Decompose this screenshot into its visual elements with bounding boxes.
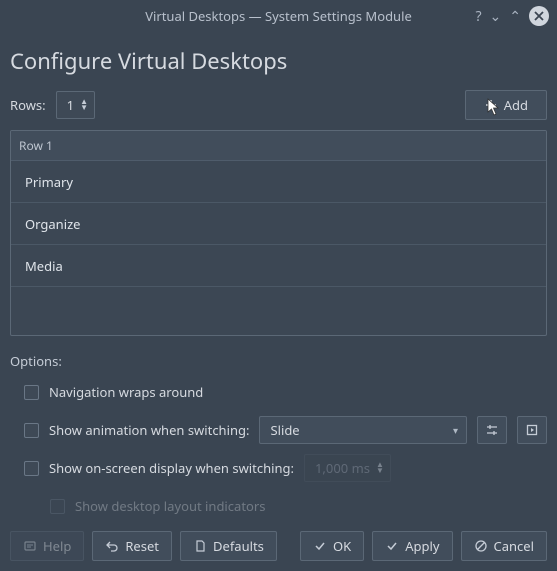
minimize-icon[interactable]: ⌄ xyxy=(490,7,502,26)
ok-button[interactable]: OK xyxy=(300,531,364,561)
desktop-name: Primary xyxy=(25,173,73,191)
show-layout-indicators-label: Show desktop layout indicators xyxy=(75,497,265,515)
preview-icon xyxy=(525,423,539,437)
help-button[interactable]: Help xyxy=(10,531,84,561)
osd-duration-value: 1,000 ms xyxy=(315,459,370,477)
apply-button[interactable]: Apply xyxy=(372,531,452,561)
spinbox-arrows-icon[interactable]: ▲▼ xyxy=(80,99,88,111)
rows-spinbox[interactable]: 1 ▲▼ xyxy=(56,91,95,119)
defaults-button[interactable]: Defaults xyxy=(180,531,277,561)
help-icon[interactable]: ? xyxy=(475,7,481,26)
page-title: Configure Virtual Desktops xyxy=(10,46,547,76)
list-item[interactable]: Organize xyxy=(11,203,546,245)
titlebar: Virtual Desktops — System Settings Modul… xyxy=(0,0,557,32)
desktops-list: Row 1 Primary Organize Media xyxy=(10,130,547,336)
nav-wraps-checkbox[interactable] xyxy=(24,385,39,400)
check-icon xyxy=(313,539,327,553)
spinbox-arrows-icon: ▲▼ xyxy=(376,462,384,474)
nav-wraps-label: Navigation wraps around xyxy=(49,383,203,401)
window-title: Virtual Desktops — System Settings Modul… xyxy=(145,7,412,25)
plus-icon xyxy=(484,98,498,112)
button-bar: Help Reset Defaults OK Apply Cancel xyxy=(10,531,547,561)
show-animation-label: Show animation when switching: xyxy=(49,421,249,439)
row-header: Row 1 xyxy=(11,131,546,161)
show-animation-checkbox[interactable] xyxy=(24,423,39,438)
sliders-icon xyxy=(485,423,499,437)
undo-icon xyxy=(105,539,119,553)
help-icon xyxy=(23,539,37,553)
show-layout-indicators-checkbox xyxy=(50,499,65,514)
add-button-label: Add xyxy=(504,96,528,114)
show-osd-checkbox[interactable] xyxy=(24,461,39,476)
desktop-name: Media xyxy=(25,257,63,275)
check-icon xyxy=(385,539,399,553)
cancel-icon xyxy=(474,539,488,553)
osd-duration-spinbox: 1,000 ms ▲▼ xyxy=(304,454,391,482)
animation-value: Slide xyxy=(270,421,299,439)
list-item[interactable]: Media xyxy=(11,245,546,287)
chevron-down-icon: ▾ xyxy=(453,423,458,437)
animation-preview-button[interactable] xyxy=(517,416,547,444)
rows-label: Rows: xyxy=(10,96,46,114)
rows-value: 1 xyxy=(67,96,74,114)
options-section-label: Options: xyxy=(10,352,547,370)
maximize-icon[interactable]: ⌃ xyxy=(509,7,521,26)
reset-button[interactable]: Reset xyxy=(92,531,172,561)
show-osd-label: Show on-screen display when switching: xyxy=(49,459,294,477)
add-button[interactable]: Add xyxy=(465,90,547,120)
close-button[interactable] xyxy=(529,6,549,26)
document-icon xyxy=(193,539,207,553)
animation-settings-button[interactable] xyxy=(477,416,507,444)
cancel-button[interactable]: Cancel xyxy=(461,531,547,561)
animation-combobox[interactable]: Slide ▾ xyxy=(259,416,467,444)
close-icon xyxy=(532,9,546,23)
desktop-name: Organize xyxy=(25,215,81,233)
list-item[interactable]: Primary xyxy=(11,161,546,203)
